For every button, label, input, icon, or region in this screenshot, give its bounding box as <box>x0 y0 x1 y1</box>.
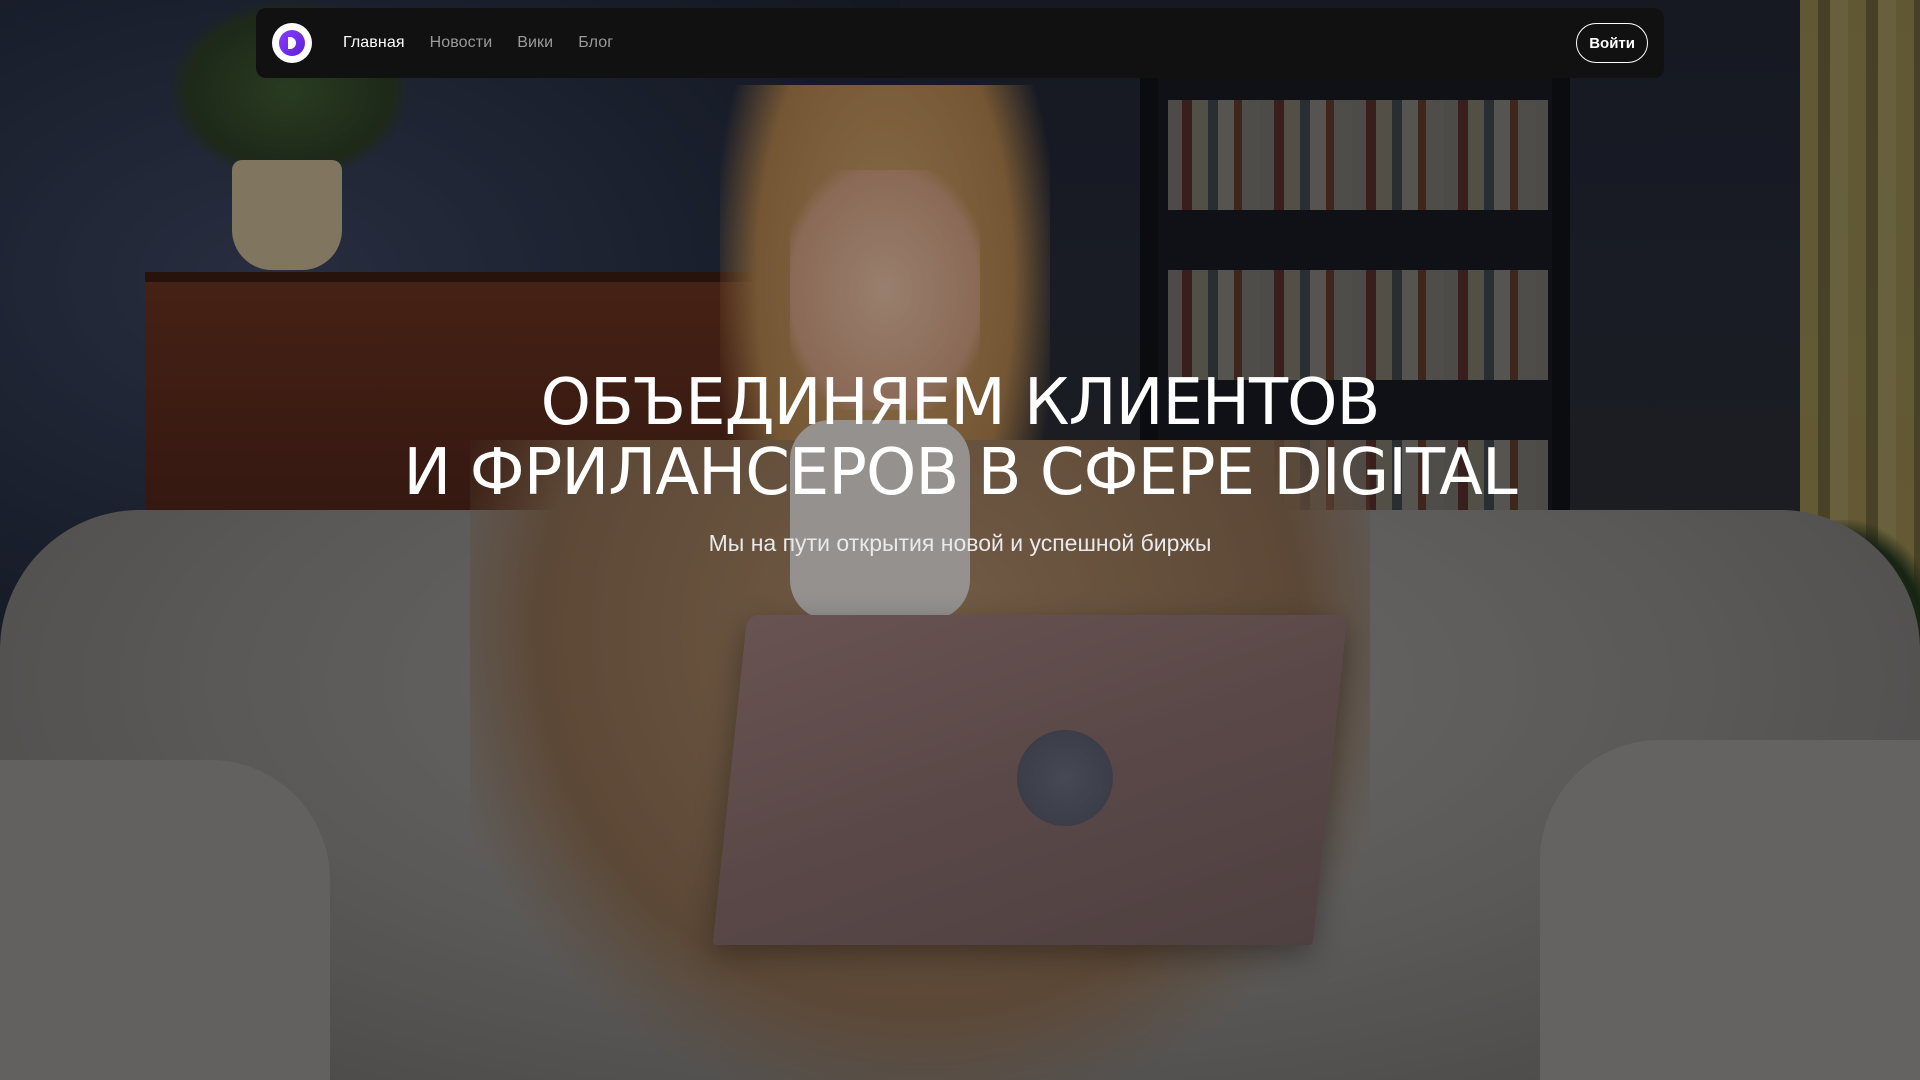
hero-title-line: И ФРИЛАНСЕРОВ В СФЕРЕ DIGITAL <box>403 436 1517 510</box>
hero-title: ОБЪЕДИНЯЕМ КЛИЕНТОВ И ФРИЛАНСЕРОВ В СФЕР… <box>0 368 1920 508</box>
hero-subtitle: Мы на пути открытия новой и успешной бир… <box>708 530 1212 556</box>
brand-logo-mark <box>279 30 305 56</box>
nav-link-blog[interactable]: Блог <box>578 34 613 52</box>
nav-link-news[interactable]: Новости <box>430 34 493 52</box>
login-button[interactable]: Войти <box>1576 23 1648 63</box>
brand-logo-icon[interactable] <box>272 23 312 63</box>
hero-title-line: ОБЪЕДИНЯЕМ КЛИЕНТОВ <box>540 366 1381 440</box>
top-navbar: Главная Новости Вики Блог Войти <box>256 8 1664 78</box>
nav-link-home[interactable]: Главная <box>343 34 405 52</box>
nav-link-wiki[interactable]: Вики <box>517 34 553 52</box>
main-nav: Главная Новости Вики Блог <box>343 34 613 52</box>
